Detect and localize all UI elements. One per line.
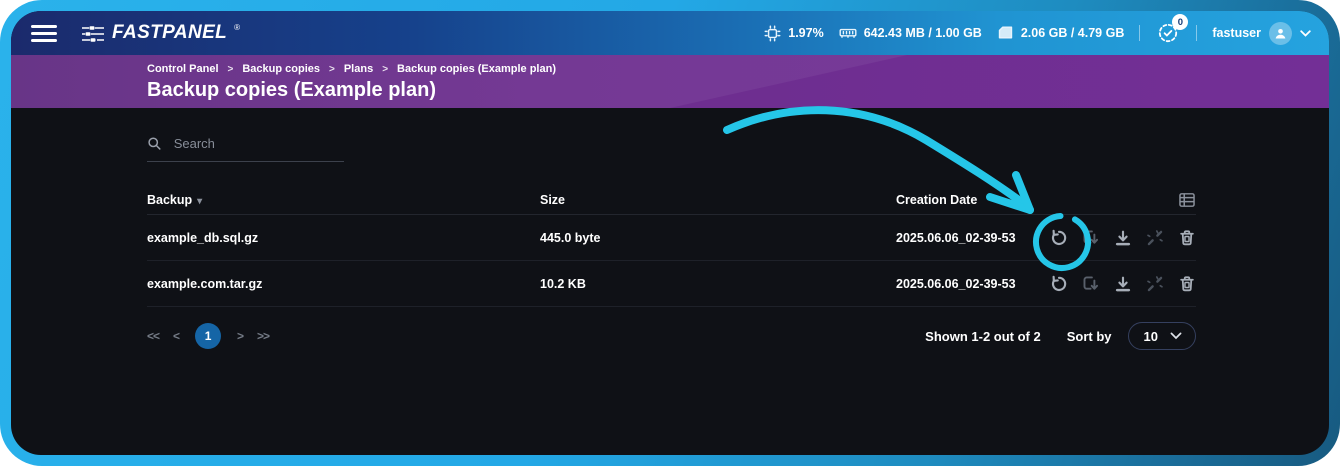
search-icon: [147, 135, 162, 152]
search-bar: [147, 135, 344, 162]
registered-mark: ®: [234, 23, 240, 32]
sort-by-label: Sort by: [1067, 329, 1112, 344]
search-input[interactable]: [174, 136, 344, 151]
notifications-button[interactable]: 0: [1155, 20, 1181, 46]
page-title: Backup copies (Example plan): [147, 79, 1329, 102]
disk-usage-value: 2.06 GB / 4.79 GB: [1021, 26, 1125, 40]
last-page-button[interactable]: >>: [257, 329, 269, 343]
pagination: << < 1 > >> Shown 1-2 out of 2 Sort by 1…: [147, 316, 1196, 356]
equalizer-icon: [81, 25, 105, 43]
size-cell: 445.0 byte: [540, 231, 896, 245]
ram-usage-value: 642.43 MB / 1.00 GB: [864, 26, 982, 40]
divider: [1196, 25, 1197, 41]
creation-date-cell: 2025.06.06_02-39-53: [896, 231, 1050, 245]
table-row: example_db.sql.gz 445.0 byte 2025.06.06_…: [147, 215, 1196, 261]
restore-icon[interactable]: [1050, 275, 1068, 293]
logo-text: FASTPANEL: [112, 22, 227, 44]
creation-date-cell: 2025.06.06_02-39-53: [896, 277, 1050, 291]
backup-name-cell: example.com.tar.gz: [147, 277, 540, 291]
next-page-button[interactable]: >: [237, 329, 243, 343]
breadcrumb-separator: >: [329, 64, 335, 75]
breadcrumb-current: Backup copies (Example plan): [397, 63, 556, 75]
download-icon[interactable]: [1114, 229, 1132, 247]
column-header-size: Size: [540, 193, 896, 207]
backup-name-cell: example_db.sql.gz: [147, 231, 540, 245]
divider: [1139, 25, 1140, 41]
unlink-icon[interactable]: [1146, 275, 1164, 293]
current-page-button[interactable]: 1: [195, 323, 221, 349]
table-header-row: Backup▾ Size Creation Date: [147, 186, 1196, 215]
column-header-creation-date: Creation Date: [896, 193, 1050, 207]
topbar: FASTPANEL ® 1.97% 642: [11, 11, 1329, 55]
breadcrumb-plans[interactable]: Plans: [344, 63, 373, 75]
breadcrumb-separator: >: [382, 64, 388, 75]
ram-usage-stat: 642.43 MB / 1.00 GB: [839, 25, 982, 41]
delete-icon[interactable]: [1178, 275, 1196, 293]
hamburger-menu-icon[interactable]: [31, 25, 57, 42]
size-cell: 10.2 KB: [540, 277, 896, 291]
backups-table: Backup▾ Size Creation Date: [147, 186, 1196, 307]
restore-icon[interactable]: [1050, 229, 1068, 247]
user-menu[interactable]: fastuser: [1212, 22, 1311, 45]
user-icon: [1274, 27, 1287, 40]
fastpanel-logo[interactable]: FASTPANEL ®: [81, 22, 240, 44]
unpack-icon[interactable]: [1082, 275, 1100, 293]
breadcrumb-separator: >: [228, 64, 234, 75]
cpu-icon: [764, 25, 781, 42]
prev-page-button[interactable]: <: [173, 329, 179, 343]
username-label: fastuser: [1212, 26, 1261, 40]
breadcrumb-control-panel[interactable]: Control Panel: [147, 63, 219, 75]
shown-count-label: Shown 1-2 out of 2: [925, 329, 1041, 344]
column-header-backup[interactable]: Backup▾: [147, 193, 540, 207]
download-icon[interactable]: [1114, 275, 1132, 293]
first-page-button[interactable]: <<: [147, 329, 159, 343]
avatar: [1269, 22, 1292, 45]
chevron-down-icon: [1170, 332, 1182, 340]
sort-caret-icon: ▾: [197, 196, 202, 207]
disk-icon: [997, 25, 1014, 41]
unlink-icon[interactable]: [1146, 229, 1164, 247]
breadcrumb: Control Panel > Backup copies > Plans > …: [147, 63, 1329, 75]
page-size-select[interactable]: 10: [1128, 322, 1196, 350]
app-window: FASTPANEL ® 1.97% 642: [11, 11, 1329, 455]
delete-icon[interactable]: [1178, 229, 1196, 247]
ram-icon: [839, 25, 857, 41]
content-area: Backup▾ Size Creation Date: [11, 135, 1329, 356]
cpu-usage-stat: 1.97%: [764, 25, 823, 42]
unpack-icon[interactable]: [1082, 229, 1100, 247]
disk-usage-stat: 2.06 GB / 4.79 GB: [997, 25, 1125, 41]
cpu-usage-value: 1.97%: [788, 26, 823, 40]
table-columns-settings-icon[interactable]: [1178, 192, 1196, 208]
page-header: Control Panel > Backup copies > Plans > …: [11, 55, 1329, 108]
page-size-value: 10: [1144, 329, 1158, 344]
table-row: example.com.tar.gz 10.2 KB 2025.06.06_02…: [147, 261, 1196, 307]
breadcrumb-backup-copies[interactable]: Backup copies: [242, 63, 320, 75]
chevron-down-icon: [1300, 30, 1311, 37]
notification-count-badge: 0: [1172, 14, 1188, 30]
window-frame: FASTPANEL ® 1.97% 642: [0, 0, 1340, 466]
